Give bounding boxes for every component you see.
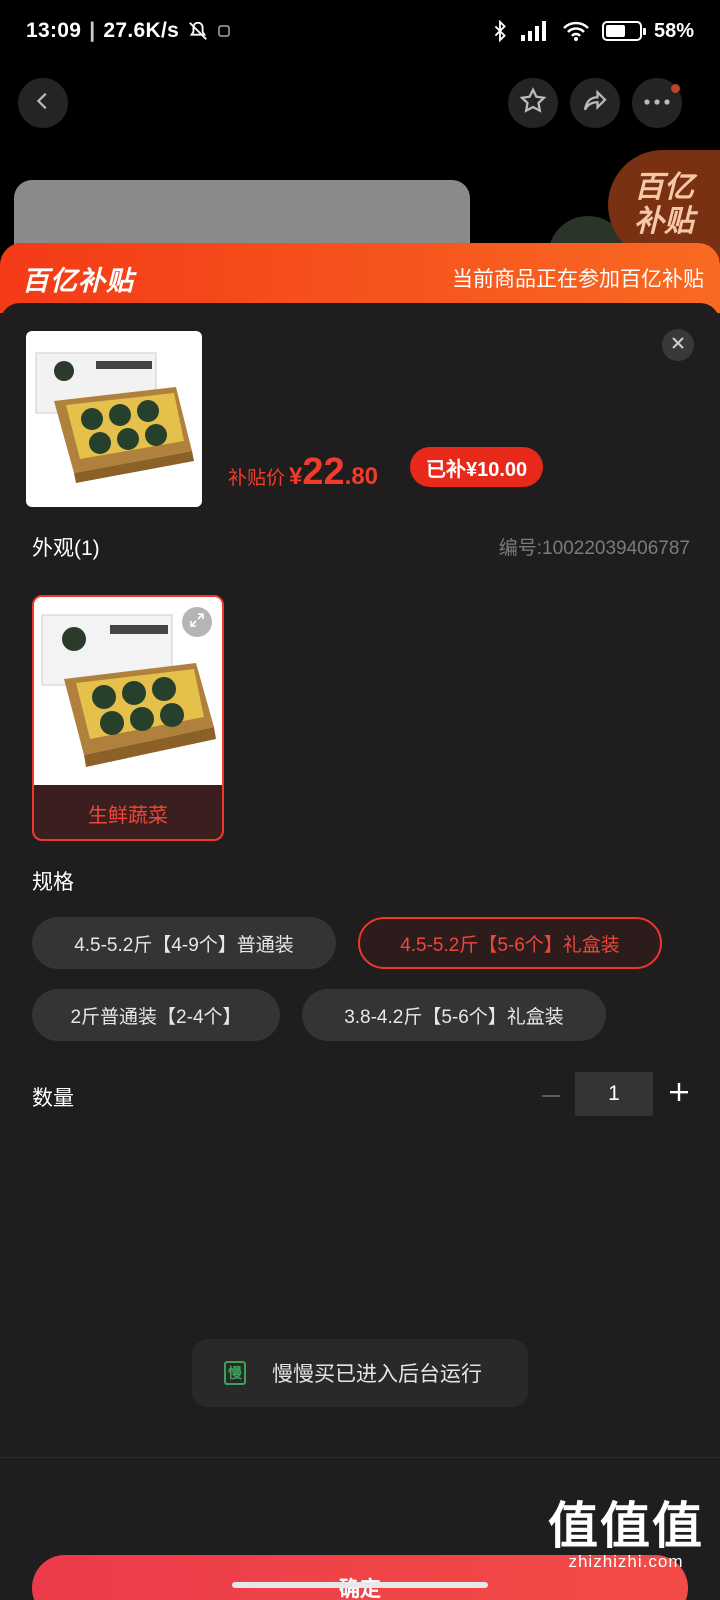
sku-code: 编号:10022039406787 [498,538,690,559]
minus-icon [542,1085,560,1103]
price-currency: ¥ [289,463,303,490]
back-button[interactable] [18,78,68,128]
quantity-decrease-button[interactable] [536,1072,566,1116]
spec-option[interactable]: 2斤普通装【2-4个】 [32,989,280,1041]
top-nav [0,62,720,146]
expand-icon [189,612,205,633]
battery-icon [601,21,646,41]
quantity-increase-button[interactable] [664,1072,694,1116]
battery-percent: 58% [653,19,694,42]
spec-option[interactable]: 4.5-5.2斤【4-9个】普通装 [32,917,336,969]
favorite-button[interactable] [508,78,558,128]
subsidy-price: 补贴价 ¥ 22 .80 [228,451,378,494]
share-button[interactable] [570,78,620,128]
watermark-url: zhizhizhi.com [568,1552,684,1571]
close-button[interactable] [662,329,694,361]
promo-line1: 百亿 [634,171,694,204]
sku-selector-sheet: 百亿补贴 当前商品正在参加百亿补贴 补贴价 ¥ 22 .80 已补¥10.00 … [0,243,720,1600]
subsidy-banner-text: 当前商品正在参加百亿补贴 [452,268,704,291]
more-dots-icon [642,94,672,112]
background-toast: 慢 慢慢买已进入后台运行 [192,1339,528,1407]
watermark-logo: 值值值 [548,1498,704,1554]
status-bar: 13:09 | 27.6K/s 58% [0,0,720,62]
share-icon [580,86,610,121]
plus-icon [670,1082,688,1106]
network-speed: 27.6K/s [103,19,180,42]
appearance-option-label: 生鲜蔬菜 [34,785,222,839]
signal-icon [520,20,550,42]
quantity-input[interactable]: 1 [575,1072,653,1116]
close-icon [671,336,685,355]
battery-fill [605,25,625,37]
toast-text: 慢慢买已进入后台运行 [272,1363,482,1386]
appearance-title: 外观(1) [32,537,100,560]
nfc-icon [217,24,231,38]
star-icon [518,86,548,121]
appearance-option-image [34,597,222,785]
price-label: 补贴价 [228,468,286,489]
price-integer: 22 [302,451,345,493]
bluetooth-icon [492,20,508,42]
footer-divider [0,1457,720,1458]
app-logo-icon: 慢 [224,1361,246,1385]
subsidy-amount-badge: 已补¥10.00 [410,447,544,487]
quantity-stepper: 1 [0,1072,720,1116]
home-indicator[interactable] [232,1582,488,1588]
subsidy-logo: 百亿补贴 [22,265,134,296]
spec-option[interactable]: 3.8-4.2斤【5-6个】礼盒装 [302,989,606,1041]
mute-bell-icon [187,20,209,42]
pumpkin-gift-box-image [35,352,194,483]
wifi-icon [562,20,590,42]
expand-image-button[interactable] [182,607,212,637]
spec-title: 规格 [32,871,74,894]
price-decimal: .80 [344,463,379,490]
divider: | [89,19,96,42]
watermark: 值值值 zhizhizhi.com [548,1500,704,1572]
spec-option-selected[interactable]: 4.5-5.2斤【5-6个】礼盒装 [358,917,662,969]
clock: 13:09 [26,19,82,42]
product-thumbnail[interactable] [26,331,202,507]
promo-line2: 补贴 [634,205,694,238]
appearance-option[interactable]: 生鲜蔬菜 [32,595,224,841]
notification-dot [671,84,680,93]
sheet-body: 补贴价 ¥ 22 .80 已补¥10.00 外观(1) 编号:100220394… [0,303,720,1600]
more-button[interactable] [632,78,682,128]
back-arrow-icon [32,90,54,117]
